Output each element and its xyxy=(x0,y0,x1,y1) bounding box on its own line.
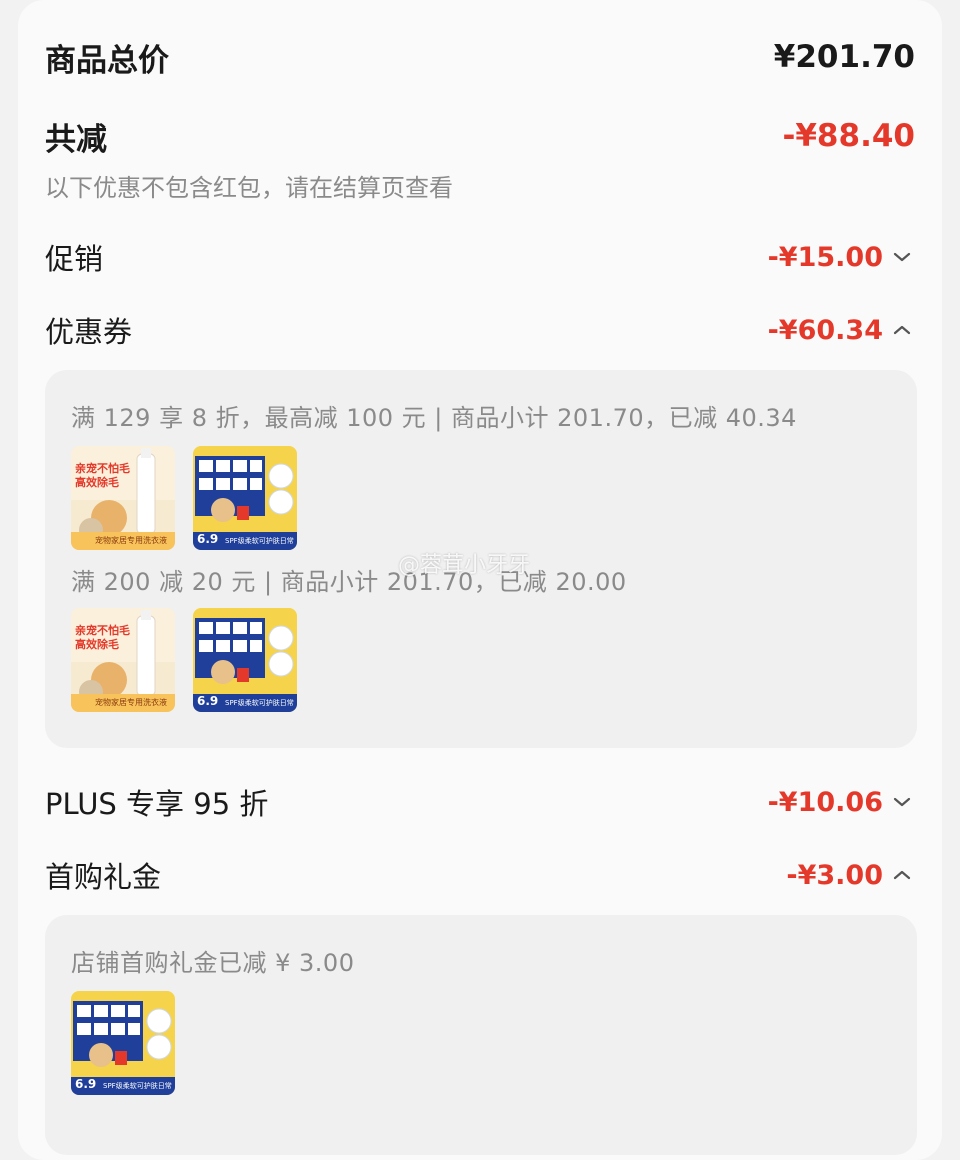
detergent-headline-2: 高效除毛 xyxy=(75,638,119,651)
plus-discount-label: PLUS 专享 95 折 xyxy=(45,787,269,821)
discount-total-row: 共减 -¥88.40 xyxy=(45,113,915,159)
detergent-headline-2: 高效除毛 xyxy=(75,476,119,489)
coupon-row[interactable]: 优惠券 -¥60.34 xyxy=(45,308,915,352)
coupon-value: -¥60.34 xyxy=(767,314,883,346)
coupon-rule-2: 满 200 减 20 元 | 商品小计 201.70，已减 20.00 xyxy=(71,568,627,596)
product-thumb-tissue[interactable]: 6.9 SPF级柔软可护肤日常 xyxy=(193,446,297,550)
watermark: @蓉茸小牙牙 xyxy=(398,553,531,578)
product-thumb-detergent[interactable]: 亲宠不怕毛 高效除毛 宠物家居专用洗衣液 xyxy=(71,608,175,712)
promotion-amount-group: -¥15.00 xyxy=(768,242,915,273)
plus-amount-group: -¥10.06 xyxy=(768,787,915,818)
total-value: ¥201.70 xyxy=(773,39,915,75)
discount-total-value: -¥88.40 xyxy=(782,118,916,154)
first-purchase-gift-value: -¥3.00 xyxy=(786,859,883,891)
plus-discount-value: -¥10.06 xyxy=(767,786,883,818)
tissue-badge: 6.9 xyxy=(75,1077,97,1091)
coupon-amount-group: -¥60.34 xyxy=(768,315,915,346)
discount-total-label: 共减 xyxy=(45,121,107,158)
tissue-footer: SPF级柔软可护肤日常 xyxy=(225,537,294,545)
total-label: 商品总价 xyxy=(45,42,169,79)
tissue-badge: 6.9 xyxy=(197,694,219,708)
promotion-value: -¥15.00 xyxy=(767,241,883,273)
tissue-badge: 6.9 xyxy=(197,532,219,546)
chevron-up-icon[interactable] xyxy=(889,320,915,340)
first-purchase-gift-row[interactable]: 首购礼金 -¥3.00 xyxy=(45,853,915,897)
tissue-footer: SPF级柔软可护肤日常 xyxy=(225,699,294,707)
detergent-footer: 宠物家居专用洗衣液 xyxy=(95,698,167,707)
promotion-label: 促销 xyxy=(45,242,104,276)
coupon-label: 优惠券 xyxy=(45,315,133,349)
chevron-up-icon[interactable] xyxy=(889,865,915,885)
gift-amount-group: -¥3.00 xyxy=(786,860,915,891)
product-thumb-tissue[interactable]: 6.9 SPF级柔软可护肤日常 xyxy=(193,608,297,712)
discount-note: 以下优惠不包含红包，请在结算页查看 xyxy=(45,174,453,202)
total-row: 商品总价 ¥201.70 xyxy=(45,34,915,80)
first-purchase-gift-label: 首购礼金 xyxy=(45,860,162,894)
plus-discount-row[interactable]: PLUS 专享 95 折 -¥10.06 xyxy=(45,780,915,824)
tissue-footer: SPF级柔软可护肤日常 xyxy=(103,1082,172,1090)
chevron-down-icon[interactable] xyxy=(889,247,915,267)
promotion-row[interactable]: 促销 -¥15.00 xyxy=(45,235,915,279)
product-thumb-detergent[interactable]: 亲宠不怕毛 高效除毛 宠物家居专用洗衣液 xyxy=(71,446,175,550)
gift-detail-panel: 店铺首购礼金已减 ¥ 3.00 6.9 SPF级柔软可护肤日常 xyxy=(45,915,917,1155)
product-thumb-tissue[interactable]: 6.9 SPF级柔软可护肤日常 xyxy=(71,991,175,1095)
detergent-footer: 宠物家居专用洗衣液 xyxy=(95,536,167,545)
chevron-down-icon[interactable] xyxy=(889,792,915,812)
gift-rule: 店铺首购礼金已减 ¥ 3.00 xyxy=(71,949,355,977)
coupon-rule-1: 满 129 享 8 折，最高减 100 元 | 商品小计 201.70，已减 4… xyxy=(71,404,797,432)
